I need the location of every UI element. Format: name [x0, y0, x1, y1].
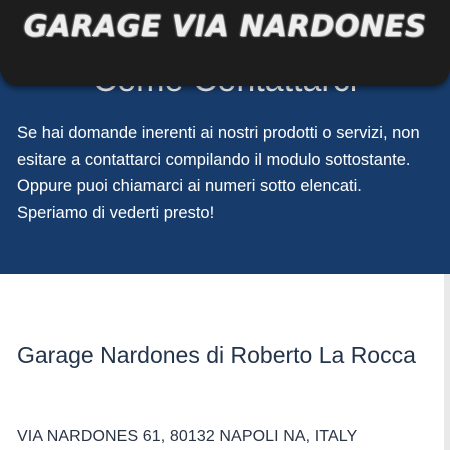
site-header: GARAGE VIA NARDONES	[0, 0, 450, 86]
site-title[interactable]: GARAGE VIA NARDONES	[0, 2, 450, 50]
business-address: VIA NARDONES 61, 80132 NAPOLI NA, ITALY	[17, 428, 358, 445]
contact-intro: Se hai domande inerenti ai nostri prodot…	[17, 120, 437, 226]
intro-line: Se hai domande inerenti ai nostri prodot…	[17, 124, 420, 169]
intro-line: Speriamo di vederti presto!	[17, 203, 215, 222]
intro-line: Oppure puoi chiamarci ai numeri sotto el…	[17, 177, 362, 195]
business-name: Garage Nardones di Roberto La Rocca	[17, 342, 416, 368]
contact-page: Come Contattarci Se hai domande inerenti…	[0, 0, 450, 450]
scrollbar-track[interactable]	[444, 274, 450, 450]
